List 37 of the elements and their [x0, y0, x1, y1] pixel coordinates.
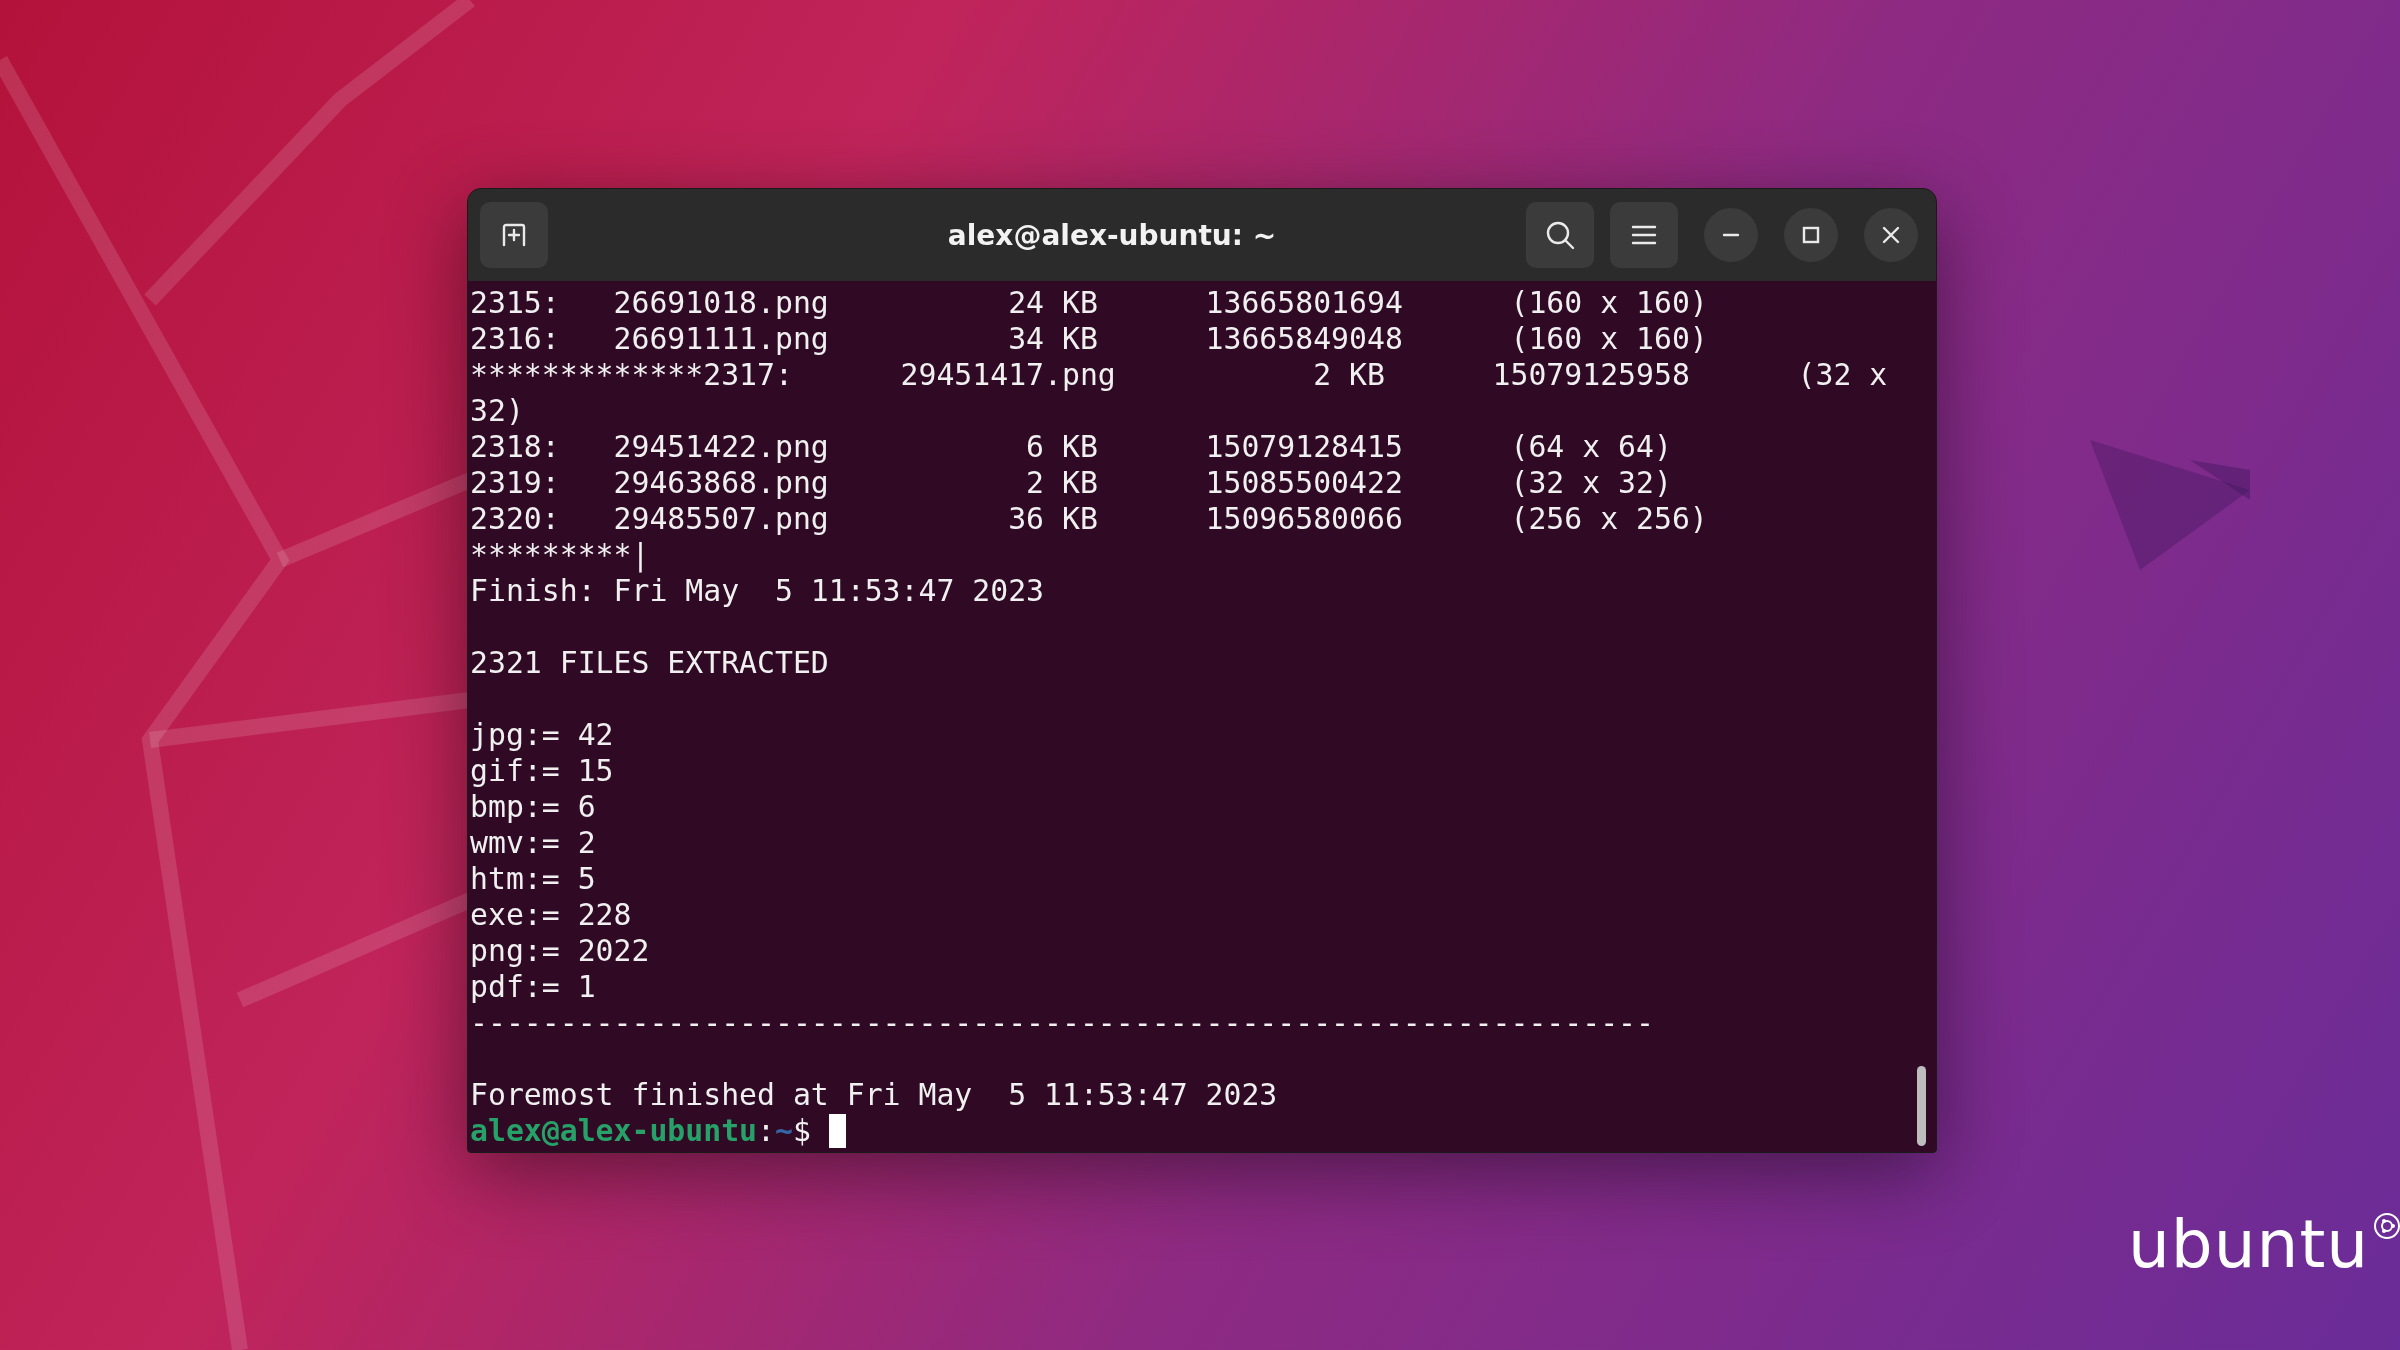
prompt-symbol: $	[792, 1113, 811, 1149]
prompt-separator: :	[757, 1113, 775, 1149]
menu-button[interactable]	[1610, 202, 1678, 268]
terminal-output-line: jpg:= 42	[470, 717, 614, 752]
logo-text: ubuntu	[2128, 1212, 2370, 1278]
terminal-output-line: bmp:= 6	[470, 789, 596, 824]
terminal-output-line: pdf:= 1	[470, 969, 596, 1004]
new-tab-button[interactable]	[480, 202, 548, 268]
maximize-icon	[1802, 226, 1820, 244]
terminal-output-line: 2316: 26691111.png 34 KB 13665849048 (160 x 160)	[470, 321, 1708, 356]
menu-icon	[1631, 224, 1657, 246]
terminal-output-line: exe:= 228	[470, 897, 632, 932]
scrollbar-thumb[interactable]	[1917, 1066, 1926, 1146]
prompt-path: ~	[775, 1113, 793, 1149]
prompt-user-host: alex@alex-ubuntu	[470, 1113, 758, 1149]
search-icon	[1544, 219, 1576, 251]
terminal-output-line: *************2317: 29451417.png 2 KB 15079125958 (32 x	[470, 357, 1888, 392]
terminal-output-line: 2315: 26691018.png 24 KB 13665801694 (160 x 160)	[470, 285, 1708, 320]
terminal-output-line: Finish: Fri May 5 11:53:47 2023	[470, 573, 1045, 608]
terminal-output-line: 2318: 29451422.png 6 KB 15079128415 (64 x 64)	[470, 429, 1672, 464]
close-icon	[1882, 226, 1900, 244]
terminal-output-line: wmv:= 2	[470, 825, 596, 860]
circle-of-friends-icon	[2373, 1212, 2400, 1240]
terminal-output-line: 2319: 29463868.png 2 KB 15085500422 (32 x 32)	[470, 465, 1672, 500]
terminal-output-line: Foremost finished at Fri May 5 11:53:47 2023	[470, 1077, 1278, 1112]
window-title: alex@alex-ubuntu: ~	[946, 218, 1278, 252]
search-button[interactable]	[1526, 202, 1594, 268]
terminal-output-line: 2320: 29485507.png 36 KB 15096580066 (256 x 256)	[470, 501, 1708, 536]
terminal-output-line: png:= 2022	[470, 933, 650, 968]
terminal-output-line: htm:= 5	[470, 861, 596, 896]
new-tab-icon	[500, 221, 528, 249]
terminal-output-line: gif:= 15	[470, 753, 614, 788]
terminal-output-line: *********|	[470, 537, 650, 572]
terminal-output-line: 2321 FILES EXTRACTED	[470, 645, 829, 680]
terminal-output-line: 32)	[470, 393, 524, 428]
terminal-output-line: ------------------------------------------------------------------	[470, 1005, 1654, 1040]
minimize-icon	[1722, 233, 1740, 237]
